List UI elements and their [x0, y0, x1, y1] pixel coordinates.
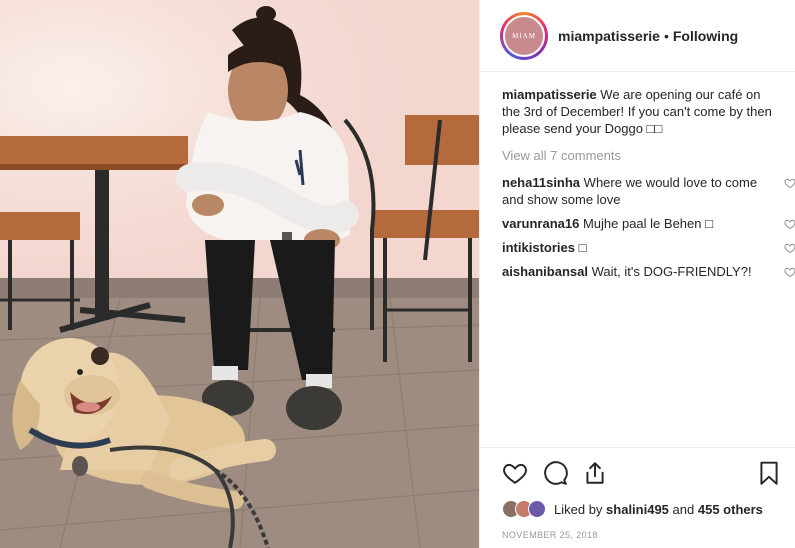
header-username[interactable]: miampatisserie: [558, 28, 660, 44]
liked-by-username[interactable]: shalini495: [606, 502, 669, 517]
comments-section: miampatisserie We are opening our café o…: [502, 86, 795, 287]
like-comment-heart-icon[interactable]: [784, 218, 795, 230]
post-header: MIAM miampatisserie • Following: [480, 0, 795, 72]
comment-username[interactable]: varunrana16: [502, 216, 579, 231]
likes-conjunction: and: [672, 501, 695, 517]
caption-username[interactable]: miampatisserie: [502, 87, 597, 102]
like-comment-heart-icon[interactable]: [784, 177, 795, 189]
post-image: [0, 0, 479, 548]
post-date[interactable]: NOVEMBER 25, 2018: [502, 530, 782, 540]
comment-username[interactable]: intikistories: [502, 240, 575, 255]
avatar[interactable]: MIAM: [500, 11, 548, 60]
post-photo[interactable]: [0, 0, 479, 548]
comment-username[interactable]: aishanibansal: [502, 264, 588, 279]
likes-others-link[interactable]: 455 others: [698, 502, 763, 517]
comment-item: neha11sinha Where we would love to come …: [502, 174, 795, 208]
avatar-logo: MIAM: [503, 14, 545, 57]
post-actions: Liked by shalini495 and 455 others NOVEM…: [480, 447, 795, 540]
like-comment-heart-icon[interactable]: [784, 242, 795, 254]
post-side-panel: MIAM miampatisserie • Following miampati…: [479, 0, 795, 548]
following-button[interactable]: Following: [673, 28, 738, 44]
view-all-comments-link[interactable]: View all 7 comments: [502, 147, 782, 164]
comment-text: Mujhe paal le Behen □: [582, 216, 713, 231]
comment-icon[interactable]: [542, 460, 568, 486]
comment-text: □: [578, 240, 587, 255]
liker-avatar: [528, 500, 546, 518]
comment-item: aishanibansal Wait, it's DOG-FRIENDLY?!: [502, 263, 795, 280]
likes-prefix: Liked by: [554, 501, 603, 517]
comment-item: varunrana16 Mujhe paal le Behen □: [502, 215, 795, 232]
header-separator: •: [663, 27, 669, 44]
liker-avatars[interactable]: [502, 500, 546, 518]
action-bar: [502, 458, 782, 488]
like-comment-heart-icon[interactable]: [784, 266, 795, 278]
post-caption: miampatisserie We are opening our café o…: [502, 86, 782, 137]
likes-summary: Liked by shalini495 and 455 others: [502, 498, 782, 520]
share-icon[interactable]: [582, 460, 608, 486]
comment-username[interactable]: neha11sinha: [502, 175, 580, 190]
comment-text: Wait, it's DOG-FRIENDLY?!: [591, 264, 752, 279]
heart-icon[interactable]: [502, 460, 528, 486]
bookmark-icon[interactable]: [756, 460, 782, 486]
comment-item: intikistories □: [502, 239, 795, 256]
